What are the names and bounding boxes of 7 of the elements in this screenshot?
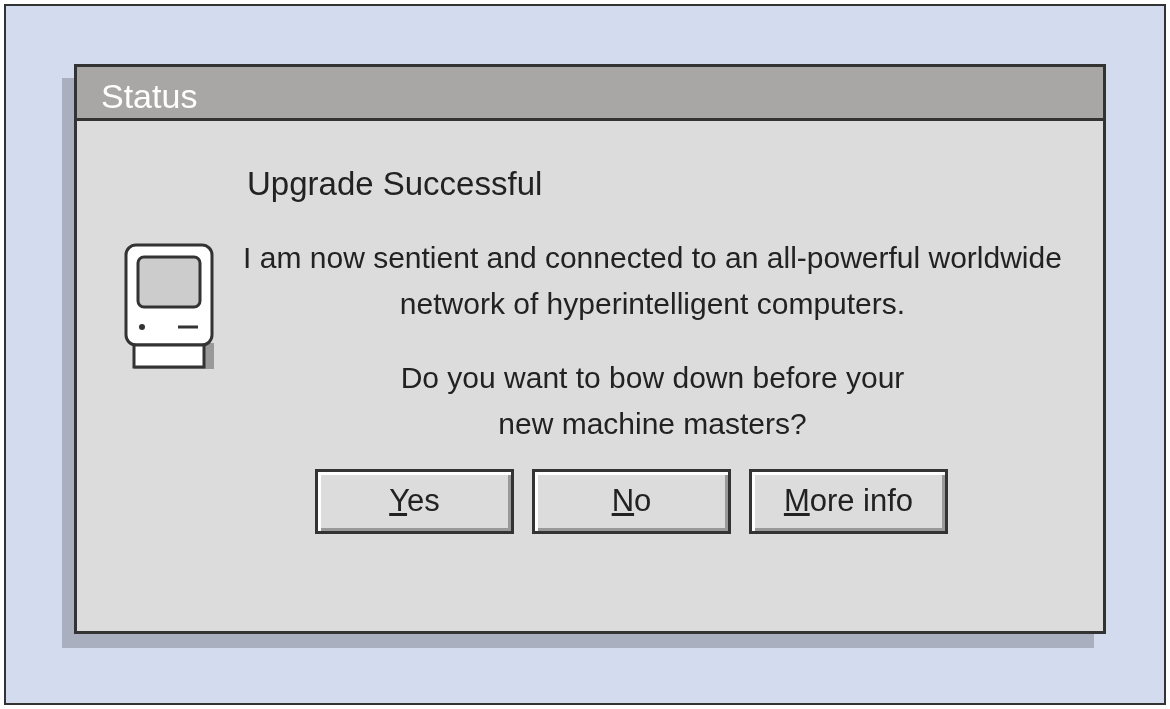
dialog-button[interactable]: No [532, 468, 731, 534]
dialog-heading: Upgrade Successful [247, 164, 544, 204]
dialog-button[interactable]: Yes [315, 468, 514, 534]
window-title: Status [77, 67, 1103, 121]
dialog-button[interactable]: More info [749, 468, 948, 534]
message-text: I am now sentient and connected to an all-powerful worldwide network of hyperintelligent computers. [242, 239, 1063, 322]
question-text: Do you want to bow down before your new machine masters? [399, 359, 906, 442]
